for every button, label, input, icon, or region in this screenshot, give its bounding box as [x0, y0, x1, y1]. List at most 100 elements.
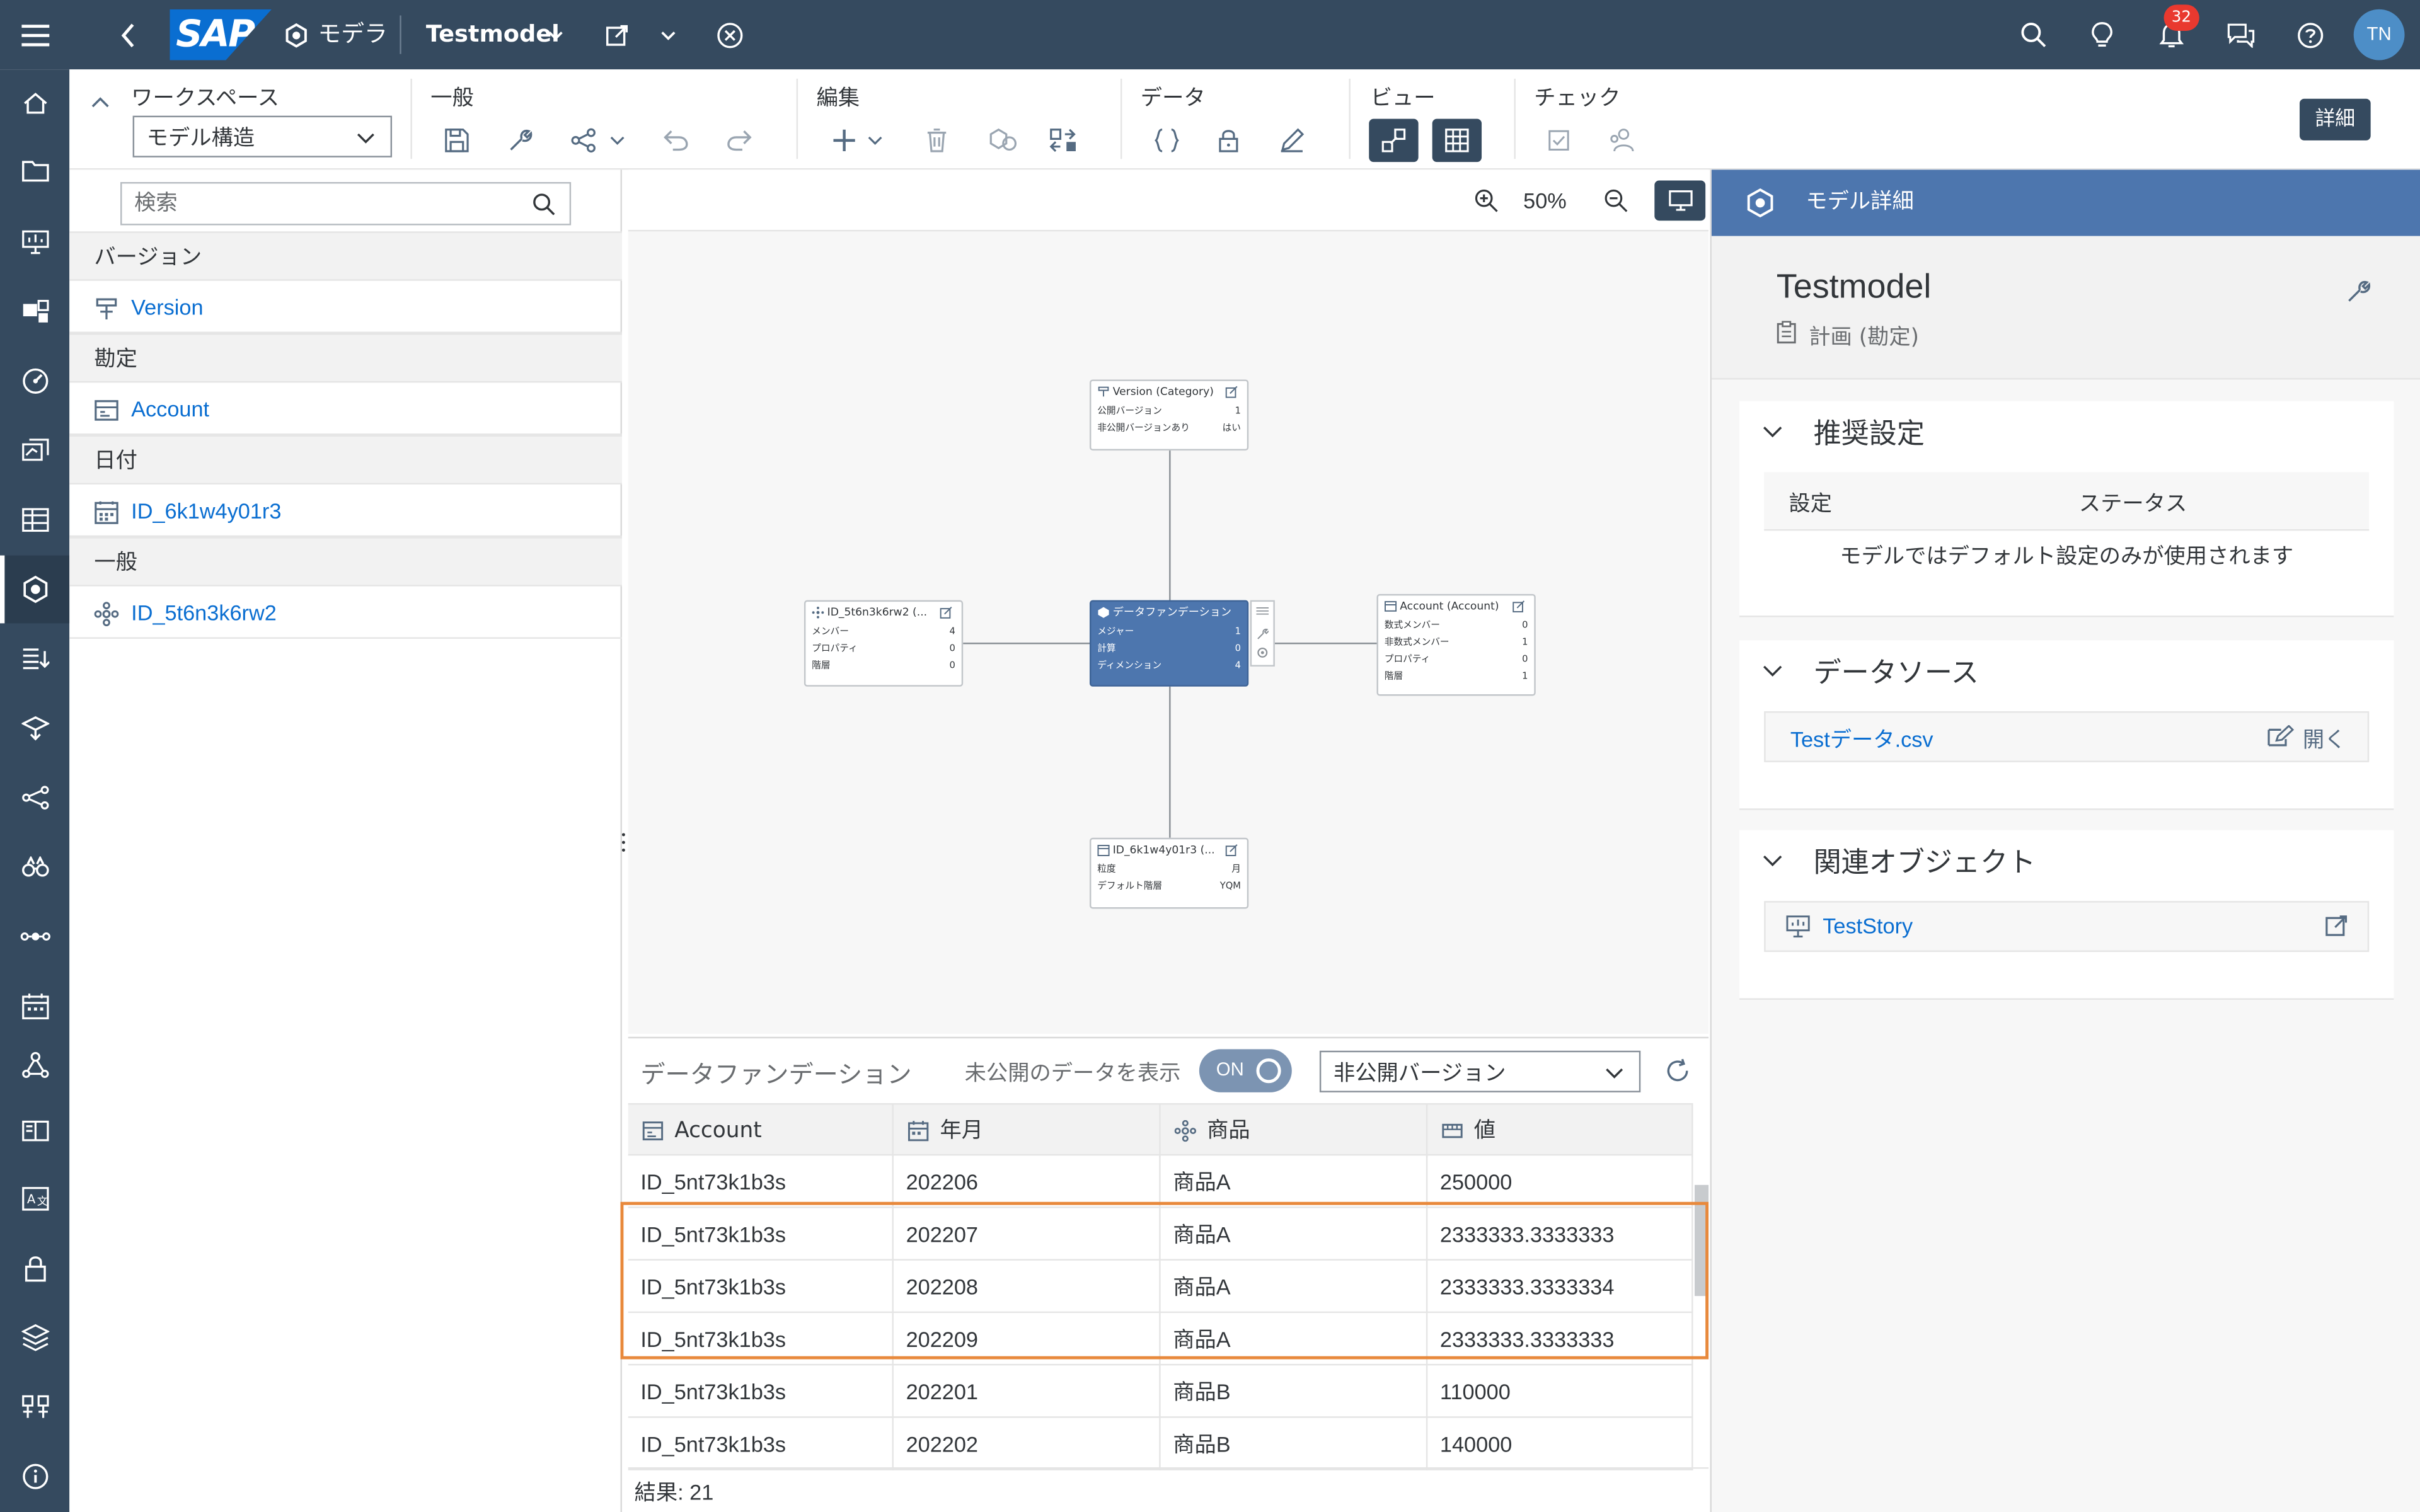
column-header-yearmonth[interactable]: 年月 [894, 1104, 1161, 1157]
model-name[interactable]: Testmodel [426, 0, 560, 69]
catalog-icon[interactable] [0, 1097, 69, 1165]
table-cell[interactable]: 商品A [1161, 1208, 1428, 1261]
gear-icon[interactable] [1256, 646, 1269, 659]
connections-icon[interactable] [0, 764, 69, 832]
model-diagram-canvas[interactable]: 50% Version (Category) 公開バージョン 1 非公開バージョン… [628, 169, 1709, 1034]
table-cell[interactable]: 202206 [894, 1155, 1161, 1208]
undo-icon[interactable] [654, 119, 698, 163]
node-version[interactable]: Version (Category) 公開バージョン 1 非公開バージョンあり はい [1089, 379, 1249, 451]
list-item-generic[interactable]: ID_5t6n3k6rw2 [69, 588, 622, 639]
analytic-app-icon[interactable] [0, 278, 69, 346]
binoculars-icon[interactable] [0, 833, 69, 901]
back-icon[interactable] [105, 0, 151, 69]
lightbulb-icon[interactable] [2083, 0, 2121, 69]
chevron-down-icon[interactable] [605, 119, 630, 163]
checkbox-icon[interactable] [1537, 119, 1581, 163]
column-header-product[interactable]: 商品 [1161, 1104, 1428, 1157]
edit-pencil-icon[interactable] [1270, 119, 1314, 163]
chevron-down-icon[interactable] [543, 0, 568, 69]
table-cell[interactable]: 2333333.3333333 [1427, 1208, 1693, 1261]
open-link[interactable]: 開く [2303, 724, 2346, 755]
datasource-item[interactable]: Testデータ.csv 開く [1764, 711, 2370, 762]
save-icon[interactable] [435, 119, 479, 163]
node-generic-dimension[interactable]: ID_5t6n3k6rw2 (... メンバー 4 プロパティ 0 階層 0 [804, 600, 964, 687]
wrench-icon[interactable] [2346, 279, 2371, 304]
chevron-down-icon[interactable] [863, 119, 887, 163]
search-icon[interactable] [2014, 0, 2051, 69]
wrench-icon[interactable] [498, 119, 542, 163]
calendar-nav-icon[interactable] [0, 972, 69, 1040]
model-view-icon[interactable] [1369, 118, 1419, 163]
list-item-date[interactable]: ID_6k1w4y01r3 [69, 486, 622, 537]
table-cell[interactable]: 商品A [1161, 1260, 1428, 1314]
table-cell[interactable]: 202208 [894, 1260, 1161, 1314]
column-header-account[interactable]: Account [628, 1104, 894, 1157]
table-cell[interactable]: 商品A [1161, 1155, 1428, 1208]
formula-braces-icon[interactable] [1145, 119, 1189, 163]
related-story[interactable]: TestStory [1823, 914, 1913, 938]
version-select[interactable]: 非公開バージョン [1319, 1050, 1641, 1092]
manage-dimensions-icon[interactable] [982, 119, 1025, 163]
dataset-icon[interactable] [0, 486, 69, 554]
table-cell[interactable]: 商品B [1161, 1418, 1428, 1470]
open-external-icon[interactable] [1512, 600, 1525, 613]
refresh-icon[interactable] [1665, 1058, 1690, 1083]
redo-icon[interactable] [718, 119, 761, 163]
workspace-select[interactable]: モデル構造 [132, 115, 393, 158]
chevron-up-icon[interactable] [91, 85, 109, 108]
table-cell[interactable]: ID_5nt73k1b3s [628, 1260, 894, 1314]
open-external-icon[interactable] [1225, 386, 1238, 398]
info-icon[interactable] [0, 1443, 69, 1511]
node-account[interactable]: Account (Account) 数式メンバー 0 非数式メンバー 1 プロパティ… [1376, 593, 1536, 696]
show-unpublished-toggle[interactable]: ON [1199, 1049, 1292, 1092]
share-icon[interactable] [563, 119, 607, 163]
modeler-nav-icon[interactable] [0, 555, 70, 624]
chevron-down-icon[interactable] [656, 0, 681, 69]
planning-icon[interactable] [0, 416, 69, 484]
translation-icon[interactable]: A文 [0, 1165, 69, 1233]
table-cell[interactable]: 202209 [894, 1313, 1161, 1366]
users-icon[interactable] [1601, 119, 1644, 163]
list-item-version[interactable]: Version [69, 282, 622, 333]
table-cell[interactable]: 140000 [1427, 1418, 1693, 1470]
details-button[interactable]: 詳細 [2300, 98, 2371, 140]
list-item-account[interactable]: Account [69, 384, 622, 435]
data-actions-icon[interactable] [0, 694, 69, 762]
panel-resize-handle[interactable] [620, 830, 626, 852]
table-cell[interactable]: 202207 [894, 1208, 1161, 1261]
stories-icon[interactable] [0, 209, 69, 277]
table-row[interactable]: ID_5nt73k1b3s 202209 商品A 2333333.3333333 [628, 1313, 1693, 1366]
datasource-file[interactable]: Testデータ.csv [1790, 724, 1933, 755]
add-icon[interactable] [822, 119, 866, 163]
data-import-icon[interactable] [0, 625, 69, 693]
open-external-icon[interactable] [2324, 914, 2349, 938]
related-item[interactable]: TestStory [1764, 901, 2370, 953]
table-row[interactable]: ID_5nt73k1b3s 202208 商品A 2333333.3333334 [628, 1260, 1693, 1314]
table-cell[interactable]: 2333333.3333334 [1427, 1260, 1693, 1314]
delete-icon[interactable] [915, 119, 959, 163]
help-icon[interactable] [2292, 0, 2329, 69]
chevron-down-icon[interactable] [1763, 855, 1783, 868]
node-date[interactable]: ID_6k1w4y01r3 (... 粒度月 デフォルト階層 YQM [1089, 837, 1249, 909]
chevron-down-icon[interactable] [1763, 665, 1783, 678]
table-cell[interactable]: 2333333.3333333 [1427, 1313, 1693, 1366]
digital-boardroom-icon[interactable] [0, 347, 69, 415]
close-circle-icon[interactable] [715, 0, 746, 69]
avatar[interactable]: TN [2353, 9, 2405, 60]
search-input[interactable]: 検索 [120, 181, 572, 226]
table-cell[interactable]: ID_5nt73k1b3s [628, 1208, 894, 1261]
table-cell[interactable]: 商品A [1161, 1313, 1428, 1366]
open-external-icon[interactable] [940, 606, 952, 619]
table-cell[interactable]: 110000 [1427, 1365, 1693, 1418]
open-edit-icon[interactable] [2267, 725, 2295, 750]
table-cell[interactable]: 商品B [1161, 1365, 1428, 1418]
search-icon[interactable] [533, 193, 556, 216]
grid-scrollbar[interactable] [1695, 1184, 1709, 1297]
table-cell[interactable]: 250000 [1427, 1155, 1693, 1208]
table-cell[interactable]: ID_5nt73k1b3s [628, 1155, 894, 1208]
table-row[interactable]: ID_5nt73k1b3s 202206 商品A 250000 [628, 1155, 1693, 1208]
home-icon[interactable] [0, 69, 69, 137]
open-external-icon[interactable] [1225, 844, 1238, 857]
table-cell[interactable]: 202202 [894, 1418, 1161, 1470]
transform-icon[interactable] [1042, 119, 1085, 163]
